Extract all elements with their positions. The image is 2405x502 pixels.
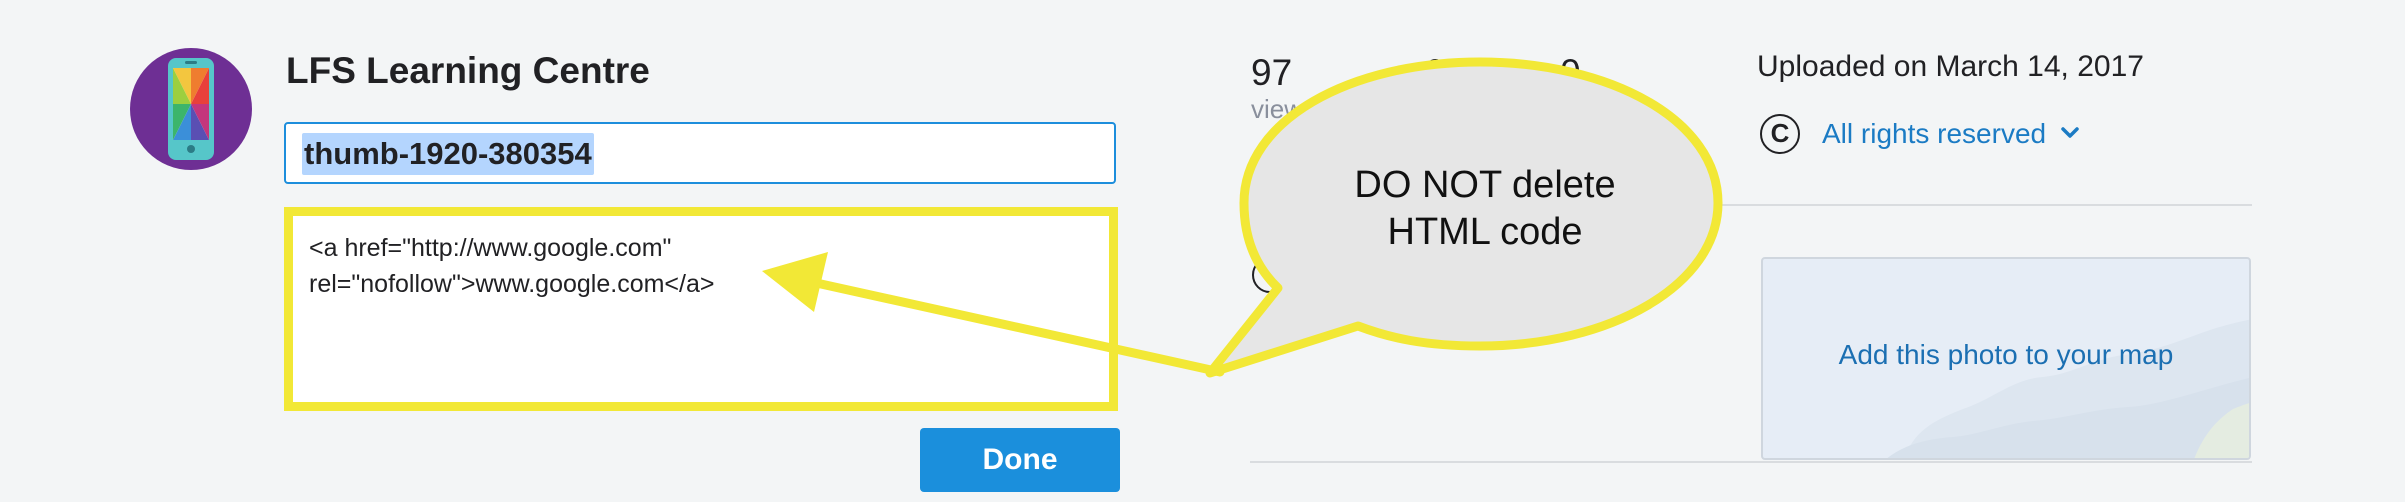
license-dropdown[interactable]: All rights reserved [1822, 118, 2046, 150]
views-label: views [1251, 94, 1317, 124]
uploaded-date: Uploaded on March 14, 2017 [1757, 50, 2144, 83]
info-icon[interactable] [1252, 257, 1288, 293]
title-selected-text: thumb-1920-380354 [302, 133, 594, 175]
faves-count: 0 [1425, 52, 1446, 93]
add-to-map-panel[interactable]: Add this photo to your map [1761, 257, 2251, 460]
copyright-icon: C [1760, 114, 1800, 154]
author-name[interactable]: LFS Learning Centre [286, 50, 650, 92]
callout-text: DO NOT delete HTML code [1265, 162, 1705, 256]
divider [1250, 461, 2252, 463]
avatar[interactable] [130, 48, 252, 170]
callout-line-1: DO NOT delete [1354, 164, 1616, 206]
comments-label: comments [1540, 94, 1660, 124]
phone-illustration-icon [168, 58, 214, 160]
add-to-map-label: Add this photo to your map [1838, 339, 2174, 370]
description-highlight-frame [284, 207, 1118, 411]
comments-count: 0 [1560, 52, 1581, 93]
callout-line-2: HTML code [1387, 211, 1583, 253]
done-button[interactable]: Done [920, 428, 1120, 492]
chevron-down-icon[interactable] [2060, 126, 2080, 140]
views-count: 97 [1251, 52, 1293, 93]
description-textarea[interactable] [293, 216, 1109, 402]
